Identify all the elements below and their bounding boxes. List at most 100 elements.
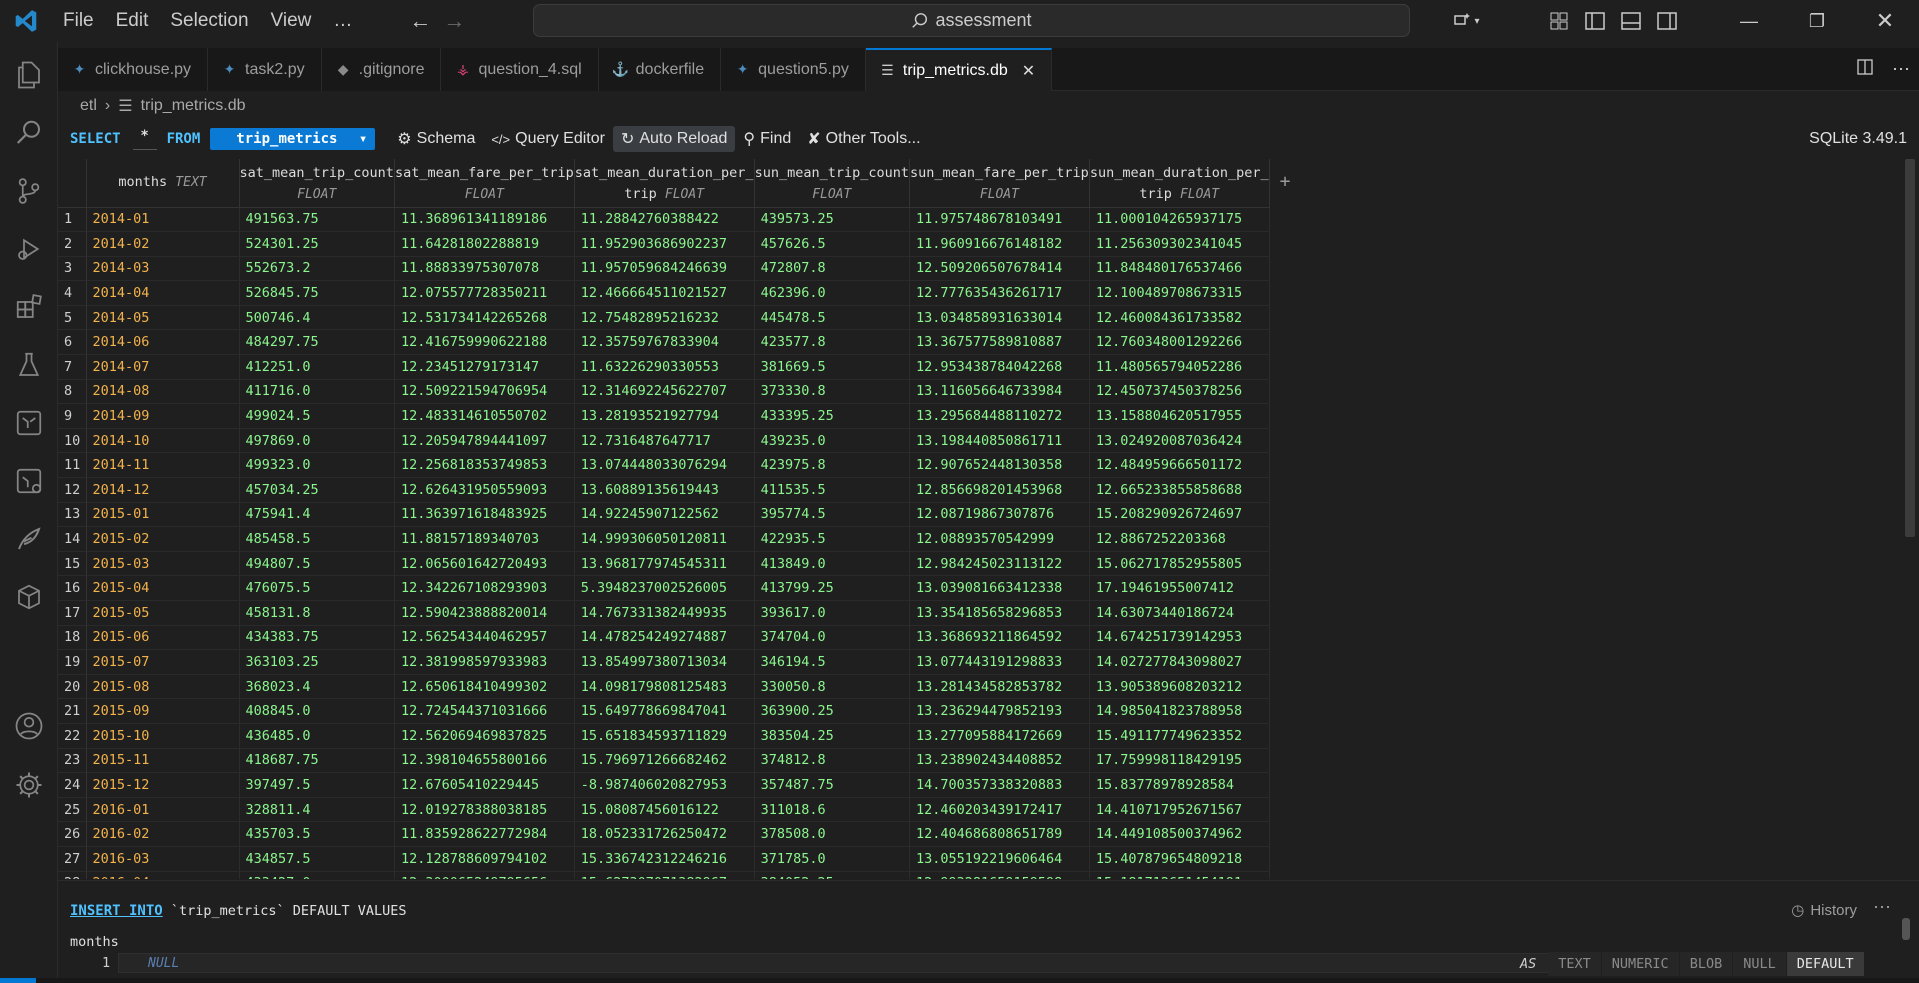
table-cell[interactable]: 15.062717852955805 (1089, 551, 1270, 577)
table-cell[interactable]: 14.098179808125483 (574, 674, 755, 700)
table-cell[interactable]: 12.760348001292266 (1089, 329, 1270, 356)
table-cell[interactable]: 12.100489708673315 (1089, 280, 1270, 306)
table-row[interactable]: 21 2015-09 408845.0 12.724544371031666 15.64… (58, 698, 1309, 724)
table-cell[interactable]: 14.999306050120811 (574, 526, 755, 552)
table-cell[interactable]: 11.975748678103491 (909, 207, 1090, 233)
table-cell[interactable]: 12.075577728350211 (394, 280, 575, 306)
table-cell[interactable]: 12.450737450378256 (1089, 379, 1270, 405)
table-cell[interactable]: 397497.5 (239, 772, 395, 798)
table-cell[interactable]: 2016-02 (86, 821, 240, 847)
menu-edit[interactable]: Edit (105, 0, 160, 42)
table-cell[interactable]: 12.019278388038185 (394, 797, 575, 823)
table-cell[interactable]: 499323.0 (239, 452, 395, 479)
remote-explorer-icon[interactable] (0, 452, 58, 510)
table-cell[interactable]: 411535.5 (754, 477, 911, 503)
table-cell[interactable]: 2014-12 (86, 477, 240, 503)
table-cell[interactable]: 15.796971266682462 (574, 748, 755, 774)
value-editor-line[interactable] (118, 953, 1573, 973)
table-cell[interactable]: 11.368961341189186 (394, 207, 575, 233)
table-select[interactable]: trip_metrics ▾ (210, 128, 376, 150)
table-cell[interactable]: 12.509221594706954 (394, 379, 575, 405)
column-header[interactable]: sat_mean_duration_per_ trip FLOAT (574, 159, 755, 208)
tab-gitignore[interactable]: ◆ .gitignore (321, 48, 442, 91)
table-row[interactable]: 20 2015-08 368023.4 12.650618410499302 14.09… (58, 674, 1309, 700)
table-cell[interactable]: 13.158804620517955 (1089, 403, 1270, 429)
table-cell[interactable]: 12.128788609794102 (394, 846, 575, 872)
table-cell[interactable]: 11.63226290330553 (574, 354, 755, 380)
table-cell[interactable]: 11.256309302341045 (1089, 231, 1270, 257)
table-row[interactable]: 12 2014-12 457034.25 12.626431950559093 13.6… (58, 477, 1309, 503)
auto-reload-toggle[interactable]: ↻ Auto Reload (612, 126, 736, 152)
table-cell[interactable]: 15.491177749623352 (1089, 723, 1270, 749)
toggle-secondary-sidebar-icon[interactable] (1652, 9, 1682, 33)
table-cell[interactable]: 363900.25 (754, 698, 911, 724)
table-cell[interactable]: 15.181712651454191 (1089, 871, 1270, 879)
table-cell[interactable]: 14.63073440186724 (1089, 600, 1270, 626)
table-cell[interactable]: 435703.5 (239, 821, 395, 847)
table-cell[interactable]: 11.848480176537466 (1089, 256, 1270, 282)
table-row[interactable]: 13 2015-01 475941.4 11.363971618483925 14.92… (58, 502, 1309, 528)
add-column-icon[interactable]: + (1269, 159, 1310, 207)
table-cell[interactable]: 457034.25 (239, 477, 395, 503)
tab-clickhouse-py[interactable]: ✦ clickhouse.py (58, 48, 209, 91)
more-actions-icon[interactable]: ⋯ (1883, 59, 1919, 80)
table-row[interactable]: 27 2016-03 434857.5 12.128788609794102 15.33… (58, 846, 1309, 872)
table-cell[interactable]: 12.953438784042268 (909, 354, 1090, 380)
table-cell[interactable]: 357487.75 (754, 772, 911, 798)
table-cell[interactable]: 2015-10 (86, 723, 240, 749)
table-cell[interactable]: 11.88157189340703 (394, 526, 575, 552)
table-cell[interactable]: 17.759998118429195 (1089, 748, 1270, 774)
table-cell[interactable]: 12.907652448130358 (909, 452, 1090, 479)
table-row[interactable]: 10 2014-10 497869.0 12.205947894441097 12.73… (58, 428, 1309, 454)
table-row[interactable]: 7 2014-07 412251.0 12.23451279173147 11.6322… (58, 354, 1309, 380)
table-cell[interactable]: 12.416759990622188 (394, 329, 575, 356)
table-cell[interactable]: 15.651834593711829 (574, 723, 755, 749)
table-cell[interactable]: 12.460203439172417 (909, 797, 1090, 823)
tab-question5-py[interactable]: ✦ question5.py (721, 48, 866, 91)
table-cell[interactable]: 2014-07 (86, 354, 240, 380)
table-row[interactable]: 15 2015-03 494807.5 12.065601642720493 13.96… (58, 551, 1309, 577)
menu-selection[interactable]: Selection (159, 0, 259, 42)
table-cell[interactable]: 2014-03 (86, 256, 240, 282)
table-row[interactable]: 23 2015-11 418687.75 12.398104655800166 15.7… (58, 748, 1309, 774)
table-cell[interactable]: 2014-10 (86, 428, 240, 454)
table-cell[interactable]: 14.92245907122562 (574, 502, 755, 528)
type-null[interactable]: NULL (1733, 952, 1787, 976)
table-cell[interactable]: 12.35759767833904 (574, 329, 755, 356)
table-cell[interactable]: 411716.0 (239, 379, 395, 405)
table-cell[interactable]: 445478.5 (754, 305, 911, 331)
table-cell[interactable]: 11.957059684246639 (574, 256, 755, 282)
table-cell[interactable]: 2015-08 (86, 674, 240, 700)
table-cell[interactable]: 2015-12 (86, 772, 240, 798)
table-cell[interactable]: 13.034858931633014 (909, 305, 1090, 331)
containers-icon[interactable] (0, 568, 58, 626)
table-cell[interactable]: 18.052331726250472 (574, 821, 755, 847)
table-row[interactable]: 26 2016-02 435703.5 11.835928622772984 18.05… (58, 821, 1309, 847)
table-cell[interactable]: 12.484959666501172 (1089, 452, 1270, 479)
table-cell[interactable]: 14.767331382449935 (574, 600, 755, 626)
table-cell[interactable]: 12.984245023113122 (909, 551, 1090, 577)
remote-indicator[interactable] (0, 978, 36, 983)
table-cell[interactable]: 2014-02 (86, 231, 240, 257)
table-cell[interactable]: 12.650618410499302 (394, 674, 575, 700)
copilot-icon[interactable]: ▾ (1444, 9, 1488, 33)
table-cell[interactable]: 2014-01 (86, 207, 240, 233)
table-row[interactable]: 18 2015-06 434383.75 12.562543440462957 14.4… (58, 625, 1309, 651)
table-cell[interactable]: 12.08893570542999 (909, 526, 1090, 552)
table-cell[interactable]: 12.08719867307876 (909, 502, 1090, 528)
table-cell[interactable]: 12.23451279173147 (394, 354, 575, 380)
table-cell[interactable]: 12.460084361733582 (1089, 305, 1270, 331)
breadcrumb-folder[interactable]: etl (80, 97, 97, 115)
grid-scrollbar[interactable] (1905, 159, 1915, 537)
table-cell[interactable]: 413849.0 (754, 551, 911, 577)
table-cell[interactable]: 13.236294479852193 (909, 698, 1090, 724)
table-cell[interactable]: 475941.4 (239, 502, 395, 528)
table-cell[interactable]: 2015-05 (86, 600, 240, 626)
table-row[interactable]: 9 2014-09 499024.5 12.483314610550702 13.281… (58, 403, 1309, 429)
table-cell[interactable]: 436485.0 (239, 723, 395, 749)
table-cell[interactable]: 2016-04 (86, 871, 240, 879)
table-cell[interactable]: 13.367577589810887 (909, 329, 1090, 356)
table-cell[interactable]: 12.466664511021527 (574, 280, 755, 306)
table-cell[interactable]: 12.993281659159598 (909, 871, 1090, 879)
null-value[interactable]: NULL (148, 956, 179, 971)
